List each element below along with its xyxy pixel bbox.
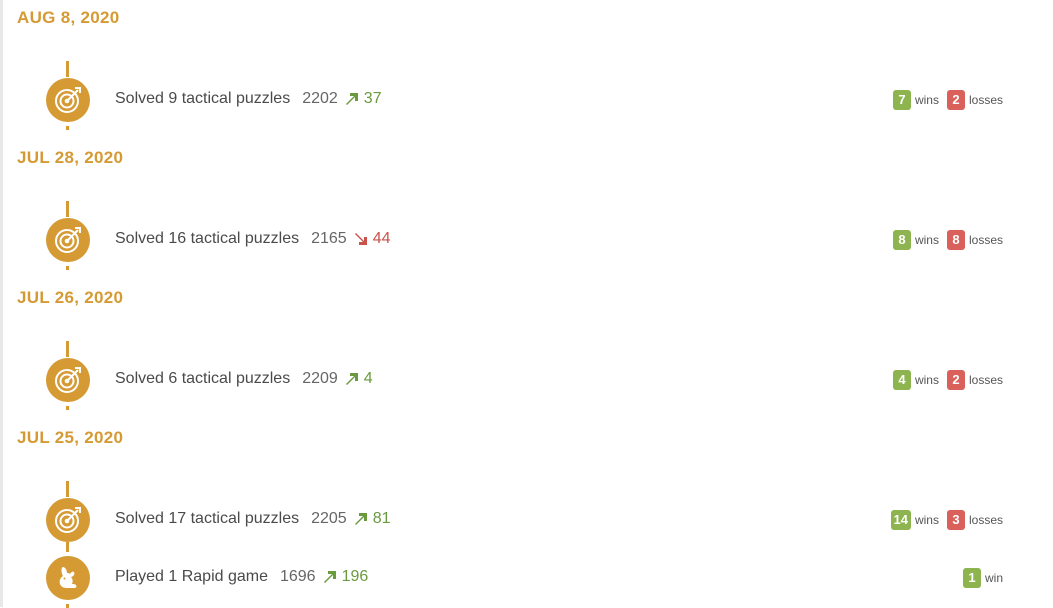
losses-count-badge: 2 <box>946 370 965 390</box>
day-date: JUL 25, 2020 <box>17 428 124 447</box>
trend-down-icon <box>354 233 367 245</box>
activity-summary: Solved 9 tactical puzzles 2202 37 <box>115 90 382 108</box>
trend-up-icon <box>345 93 358 105</box>
wins-count-badge: 4 <box>892 370 911 390</box>
wins-count-badge: 8 <box>892 230 911 250</box>
losses-label: losses <box>968 233 1003 247</box>
day-date: AUG 8, 2020 <box>17 8 120 27</box>
win-loss-record: 8 wins 8 losses <box>892 230 1003 250</box>
wins-count-badge: 7 <box>892 90 911 110</box>
timeline-tick <box>66 406 69 410</box>
win-loss-record: 14 wins 3 losses <box>890 510 1003 530</box>
activity-text: Played 1 Rapid game <box>115 568 268 585</box>
trend-up-icon <box>345 373 358 385</box>
target-icon <box>46 358 90 402</box>
wins-label: wins <box>914 93 939 107</box>
activity-summary: Played 1 Rapid game 1696 196 <box>115 568 368 586</box>
rating-delta: 37 <box>363 90 382 107</box>
rating-value: 2205 <box>311 510 347 527</box>
rating-value: 1696 <box>279 568 316 585</box>
activity-text: Solved 9 tactical puzzles <box>115 90 291 107</box>
wins-label: wins <box>914 373 939 387</box>
rating-value: 2209 <box>302 370 338 387</box>
wins-label: wins <box>914 513 939 527</box>
win-loss-record: 7 wins 2 losses <box>892 90 1003 110</box>
rating-delta: 81 <box>372 510 391 527</box>
losses-label: losses <box>968 93 1003 107</box>
activity-entry[interactable]: Solved 16 tactical puzzles 2165 44 8 win… <box>0 210 1053 270</box>
activity-text: Solved 16 tactical puzzles <box>115 230 300 247</box>
rabbit-icon <box>46 556 90 600</box>
day-date: JUL 26, 2020 <box>17 288 124 307</box>
losses-count-badge: 2 <box>946 90 965 110</box>
wins-label: win <box>984 571 1003 585</box>
wins-count-badge: 14 <box>890 510 911 530</box>
target-icon <box>46 218 90 262</box>
day-date: JUL 28, 2020 <box>17 148 124 167</box>
activity-summary: Solved 17 tactical puzzles 2205 81 <box>115 510 391 528</box>
timeline-tick <box>66 266 69 270</box>
timeline-tick <box>66 604 69 608</box>
rating-value: 2165 <box>311 230 347 247</box>
target-icon <box>46 78 90 122</box>
activity-entry[interactable]: Solved 9 tactical puzzles 2202 37 7 wins… <box>0 70 1053 130</box>
losses-label: losses <box>968 373 1003 387</box>
activity-summary: Solved 16 tactical puzzles 2165 44 <box>115 230 391 248</box>
timeline-tick <box>66 126 69 130</box>
rating-delta: 4 <box>363 370 373 387</box>
rating-delta: 44 <box>372 230 391 247</box>
activity-entry[interactable]: Solved 6 tactical puzzles 2209 4 4 wins … <box>0 350 1053 410</box>
win-loss-record: 4 wins 2 losses <box>892 370 1003 390</box>
activity-summary: Solved 6 tactical puzzles 2209 4 <box>115 370 373 388</box>
losses-count-badge: 3 <box>946 510 965 530</box>
trend-up-icon <box>354 513 367 525</box>
activity-text: Solved 17 tactical puzzles <box>115 510 300 527</box>
activity-entry[interactable]: Solved 17 tactical puzzles 2205 81 14 wi… <box>0 490 1053 552</box>
losses-count-badge: 8 <box>946 230 965 250</box>
activity-entry[interactable]: Played 1 Rapid game 1696 196 1 win <box>0 548 1053 608</box>
trend-up-icon <box>323 571 336 583</box>
losses-label: losses <box>968 513 1003 527</box>
rating-value: 2202 <box>302 90 338 107</box>
win-loss-record: 1 win <box>962 568 1003 588</box>
wins-label: wins <box>914 233 939 247</box>
rating-delta: 196 <box>341 568 369 585</box>
target-icon <box>46 498 90 542</box>
wins-count-badge: 1 <box>962 568 981 588</box>
activity-text: Solved 6 tactical puzzles <box>115 370 291 387</box>
